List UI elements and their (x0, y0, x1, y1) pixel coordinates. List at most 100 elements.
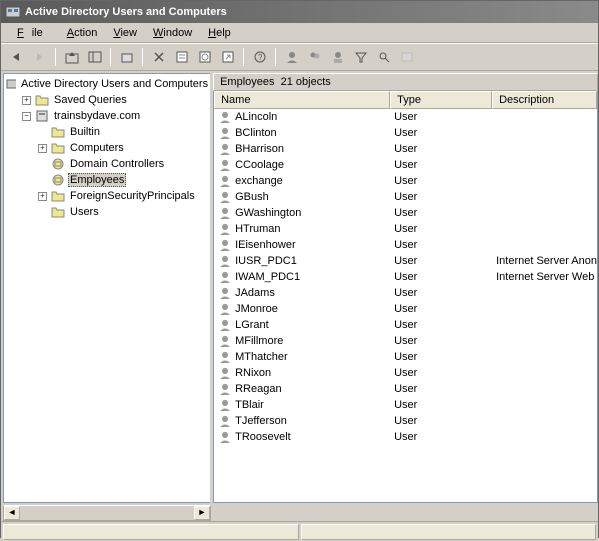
column-header-name[interactable]: Name (214, 91, 390, 109)
cell-name: TRoosevelt (214, 430, 390, 444)
list-item[interactable]: MThatcherUser (214, 349, 597, 365)
show-pane-button[interactable] (83, 46, 106, 68)
list-item[interactable]: JAdamsUser (214, 285, 597, 301)
column-header-desc[interactable]: Description (492, 91, 597, 109)
ou-icon (51, 174, 65, 186)
cell-type: User (390, 335, 492, 347)
column-headers: Name Type Description (214, 91, 597, 109)
list-item[interactable]: MFillmoreUser (214, 333, 597, 349)
cell-type: User (390, 399, 492, 411)
list-item[interactable]: BClintonUser (214, 125, 597, 141)
menu-help[interactable]: Help (200, 25, 239, 41)
cell-name: JAdams (214, 286, 390, 300)
tree-pane: Active Directory Users and Computers + S… (3, 73, 210, 503)
cell-name: GBush (214, 190, 390, 204)
back-button[interactable] (5, 46, 28, 68)
tree-label: Computers (68, 141, 126, 155)
tree-hscroll[interactable]: ◄ ► (3, 505, 211, 521)
toolbar-separator (275, 48, 276, 66)
folder-icon (51, 142, 65, 154)
expander-icon[interactable]: + (22, 96, 31, 105)
tree-label: trainsbydave.com (52, 109, 142, 123)
tree-fsp[interactable]: + ForeignSecurityPrincipals (6, 188, 210, 204)
tree-root-label: Active Directory Users and Computers (19, 77, 210, 91)
tree-computers[interactable]: + Computers (6, 140, 210, 156)
list-count: 21 objects (281, 76, 331, 88)
expander-icon[interactable]: + (38, 192, 47, 201)
column-header-type[interactable]: Type (390, 91, 492, 109)
window-title: Active Directory Users and Computers (25, 6, 227, 18)
list-item[interactable]: exchangeUser (214, 173, 597, 189)
list-item[interactable]: GBushUser (214, 189, 597, 205)
cut-button[interactable] (115, 46, 138, 68)
cell-name: HTruman (214, 222, 390, 236)
tree-saved-queries[interactable]: + Saved Queries (6, 92, 210, 108)
scroll-left-icon[interactable]: ◄ (4, 506, 20, 520)
cell-name: TBlair (214, 398, 390, 412)
list-item[interactable]: ALincolnUser (214, 109, 597, 125)
list-item[interactable]: BHarrisonUser (214, 141, 597, 157)
domain-icon (35, 109, 49, 123)
filter-button[interactable] (349, 46, 372, 68)
tree-label: ForeignSecurityPrincipals (68, 189, 197, 203)
cell-type: User (390, 303, 492, 315)
cell-desc: Internet Server Anon (492, 255, 597, 267)
list-item[interactable]: RReaganUser (214, 381, 597, 397)
list-item[interactable]: IUSR_PDC1UserInternet Server Anon (214, 253, 597, 269)
up-button[interactable] (60, 46, 83, 68)
list-item[interactable]: RNixonUser (214, 365, 597, 381)
new-group-button[interactable] (303, 46, 326, 68)
list-pane: Name Type Description ALincolnUserBClint… (213, 91, 598, 503)
menu-view[interactable]: View (105, 25, 145, 41)
expander-icon[interactable]: − (22, 112, 31, 121)
list-item[interactable]: LGrantUser (214, 317, 597, 333)
cell-name: LGrant (214, 318, 390, 332)
tree-employees[interactable]: Employees (6, 172, 210, 188)
list-item[interactable]: IEisenhowerUser (214, 237, 597, 253)
tree-builtin[interactable]: Builtin (6, 124, 210, 140)
list-item[interactable]: TJeffersonUser (214, 413, 597, 429)
expander-icon[interactable]: + (38, 144, 47, 153)
find-button[interactable] (372, 46, 395, 68)
cell-type: User (390, 159, 492, 171)
list-item[interactable]: GWashingtonUser (214, 205, 597, 221)
new-user-button[interactable] (280, 46, 303, 68)
list-item[interactable]: TBlairUser (214, 397, 597, 413)
forward-button[interactable] (28, 46, 51, 68)
cell-type: User (390, 111, 492, 123)
list-item[interactable]: CCoolageUser (214, 157, 597, 173)
list-item[interactable]: IWAM_PDC1UserInternet Server Web (214, 269, 597, 285)
cell-name: JMonroe (214, 302, 390, 316)
scroll-right-icon[interactable]: ► (194, 506, 210, 520)
tree-domain[interactable]: − trainsbydave.com (6, 108, 210, 124)
properties-button[interactable] (170, 46, 193, 68)
svg-text:?: ? (258, 53, 263, 62)
status-cell (301, 524, 597, 540)
cell-type: User (390, 383, 492, 395)
list-path: Employees (220, 76, 274, 88)
help-button[interactable]: ? (248, 46, 271, 68)
list-item[interactable]: TRooseveltUser (214, 429, 597, 445)
refresh-button[interactable] (193, 46, 216, 68)
new-ou-button[interactable] (326, 46, 349, 68)
list-path-header: Employees 21 objects (213, 73, 598, 91)
cell-name: GWashington (214, 206, 390, 220)
tree-label: Saved Queries (52, 93, 129, 107)
delete-button[interactable] (147, 46, 170, 68)
list-item[interactable]: HTrumanUser (214, 221, 597, 237)
cell-type: User (390, 143, 492, 155)
add-query-button[interactable] (395, 46, 418, 68)
titlebar: Active Directory Users and Computers (1, 1, 598, 23)
list-item[interactable]: JMonroeUser (214, 301, 597, 317)
cell-type: User (390, 431, 492, 443)
tree-root[interactable]: Active Directory Users and Computers (6, 76, 210, 92)
menu-action[interactable]: Action (59, 25, 106, 41)
menu-window[interactable]: Window (145, 25, 200, 41)
tree-domain-controllers[interactable]: Domain Controllers (6, 156, 210, 172)
cell-name: BClinton (214, 126, 390, 140)
content-area: Active Directory Users and Computers + S… (1, 71, 598, 503)
export-button[interactable] (216, 46, 239, 68)
menu-file[interactable]: File (9, 25, 59, 41)
cell-name: MFillmore (214, 334, 390, 348)
tree-users[interactable]: Users (6, 204, 210, 220)
